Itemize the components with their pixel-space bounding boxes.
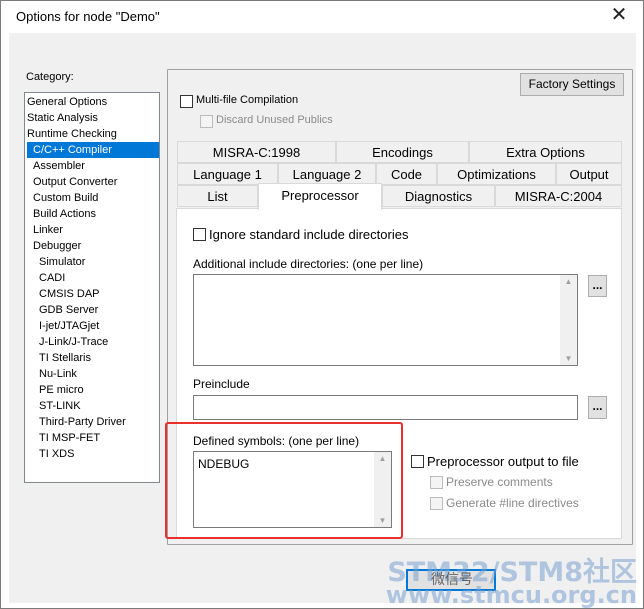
multi-file-checkbox[interactable] — [180, 95, 193, 108]
scroll-up-icon[interactable]: ▲ — [560, 277, 577, 286]
tab-optimizations[interactable]: Optimizations — [437, 163, 556, 185]
options-dialog: Options for node "Demo" ✕ Category: Gene… — [0, 0, 644, 609]
highlight-box — [165, 422, 403, 539]
factory-settings-button[interactable]: Factory Settings — [520, 73, 624, 96]
tab-preprocessor[interactable]: Preprocessor — [258, 183, 382, 210]
additional-include-textarea[interactable]: ▲ ▼ — [193, 274, 578, 366]
title-bar: Options for node "Demo" ✕ — [1, 1, 643, 33]
category-item[interactable]: TI XDS — [39, 446, 77, 462]
tab-language-2[interactable]: Language 2 — [278, 163, 376, 185]
discard-publics-checkbox — [200, 115, 213, 128]
category-list[interactable]: General Options Static Analysis Runtime Ch… — [24, 92, 160, 483]
ignore-std-include-label: Ignore standard include directories — [209, 227, 409, 242]
close-icon[interactable]: ✕ — [609, 5, 629, 25]
category-item[interactable]: Debugger — [33, 238, 84, 254]
tab-output[interactable]: Output — [556, 163, 622, 185]
category-item[interactable]: Build Actions — [33, 206, 99, 222]
category-item[interactable]: Linker — [33, 222, 66, 238]
category-item[interactable]: Output Converter — [33, 174, 120, 190]
category-item[interactable]: Simulator — [39, 254, 88, 270]
window-title: Options for node "Demo" — [16, 9, 160, 24]
generate-line-label: Generate #line directives — [446, 496, 579, 510]
tab-code[interactable]: Code — [376, 163, 437, 185]
category-item[interactable]: C/C++ Compiler — [27, 142, 159, 158]
tab-extra-options[interactable]: Extra Options — [469, 141, 622, 163]
ignore-std-include-checkbox[interactable] — [193, 228, 206, 241]
tab-encodings[interactable]: Encodings — [336, 141, 469, 163]
additional-include-label: Additional include directories: (one per… — [193, 257, 424, 271]
category-item[interactable]: Runtime Checking — [27, 126, 120, 142]
category-item[interactable]: J-Link/J-Trace — [39, 334, 111, 350]
tab-diagnostics[interactable]: Diagnostics — [382, 185, 495, 207]
category-item[interactable]: PE micro — [39, 382, 87, 398]
scroll-down-icon[interactable]: ▼ — [560, 354, 577, 363]
wechat-watermark: 微信号 — [431, 571, 473, 587]
category-item[interactable]: Third-Party Driver — [39, 414, 129, 430]
category-item[interactable]: ST-LINK — [39, 398, 84, 414]
preinclude-label: Preinclude — [193, 377, 250, 391]
preserve-comments-checkbox — [430, 476, 443, 489]
category-item[interactable]: CMSIS DAP — [39, 286, 103, 302]
category-item[interactable]: TI Stellaris — [39, 350, 94, 366]
preserve-comments-label: Preserve comments — [446, 475, 553, 489]
preprocessor-output-checkbox[interactable] — [411, 455, 424, 468]
category-item[interactable]: TI MSP-FET — [39, 430, 103, 446]
browse-include-button[interactable]: ... — [588, 275, 607, 297]
tab-list[interactable]: List — [177, 185, 258, 207]
tab-language-1[interactable]: Language 1 — [177, 163, 278, 185]
category-item[interactable]: GDB Server — [39, 302, 101, 318]
tab-misra-1998[interactable]: MISRA-C:1998 — [177, 141, 336, 163]
category-label: Category: — [26, 71, 74, 83]
watermark: STM32/STM8社区 www.stmcu.org.cn — [385, 559, 637, 609]
category-item[interactable]: Static Analysis — [27, 110, 101, 126]
category-item[interactable]: CADI — [39, 270, 68, 286]
category-item[interactable]: Assembler — [33, 158, 88, 174]
category-item[interactable]: General Options — [27, 94, 110, 110]
browse-preinclude-button[interactable]: ... — [588, 396, 607, 419]
category-item[interactable]: Custom Build — [33, 190, 101, 206]
vertical-scrollbar[interactable]: ▲ ▼ — [560, 275, 577, 365]
preinclude-input[interactable] — [193, 395, 578, 420]
multi-file-label: Multi-file Compilation — [196, 94, 299, 106]
generate-line-checkbox — [430, 497, 443, 510]
discard-publics-label: Discard Unused Publics — [216, 114, 333, 126]
category-item[interactable]: I-jet/JTAGjet — [39, 318, 102, 334]
tab-misra-2004[interactable]: MISRA-C:2004 — [495, 185, 622, 207]
category-item[interactable]: Nu-Link — [39, 366, 80, 382]
watermark-line2: www.stmcu.org.cn — [385, 581, 637, 609]
preprocessor-output-label: Preprocessor output to file — [427, 454, 579, 469]
